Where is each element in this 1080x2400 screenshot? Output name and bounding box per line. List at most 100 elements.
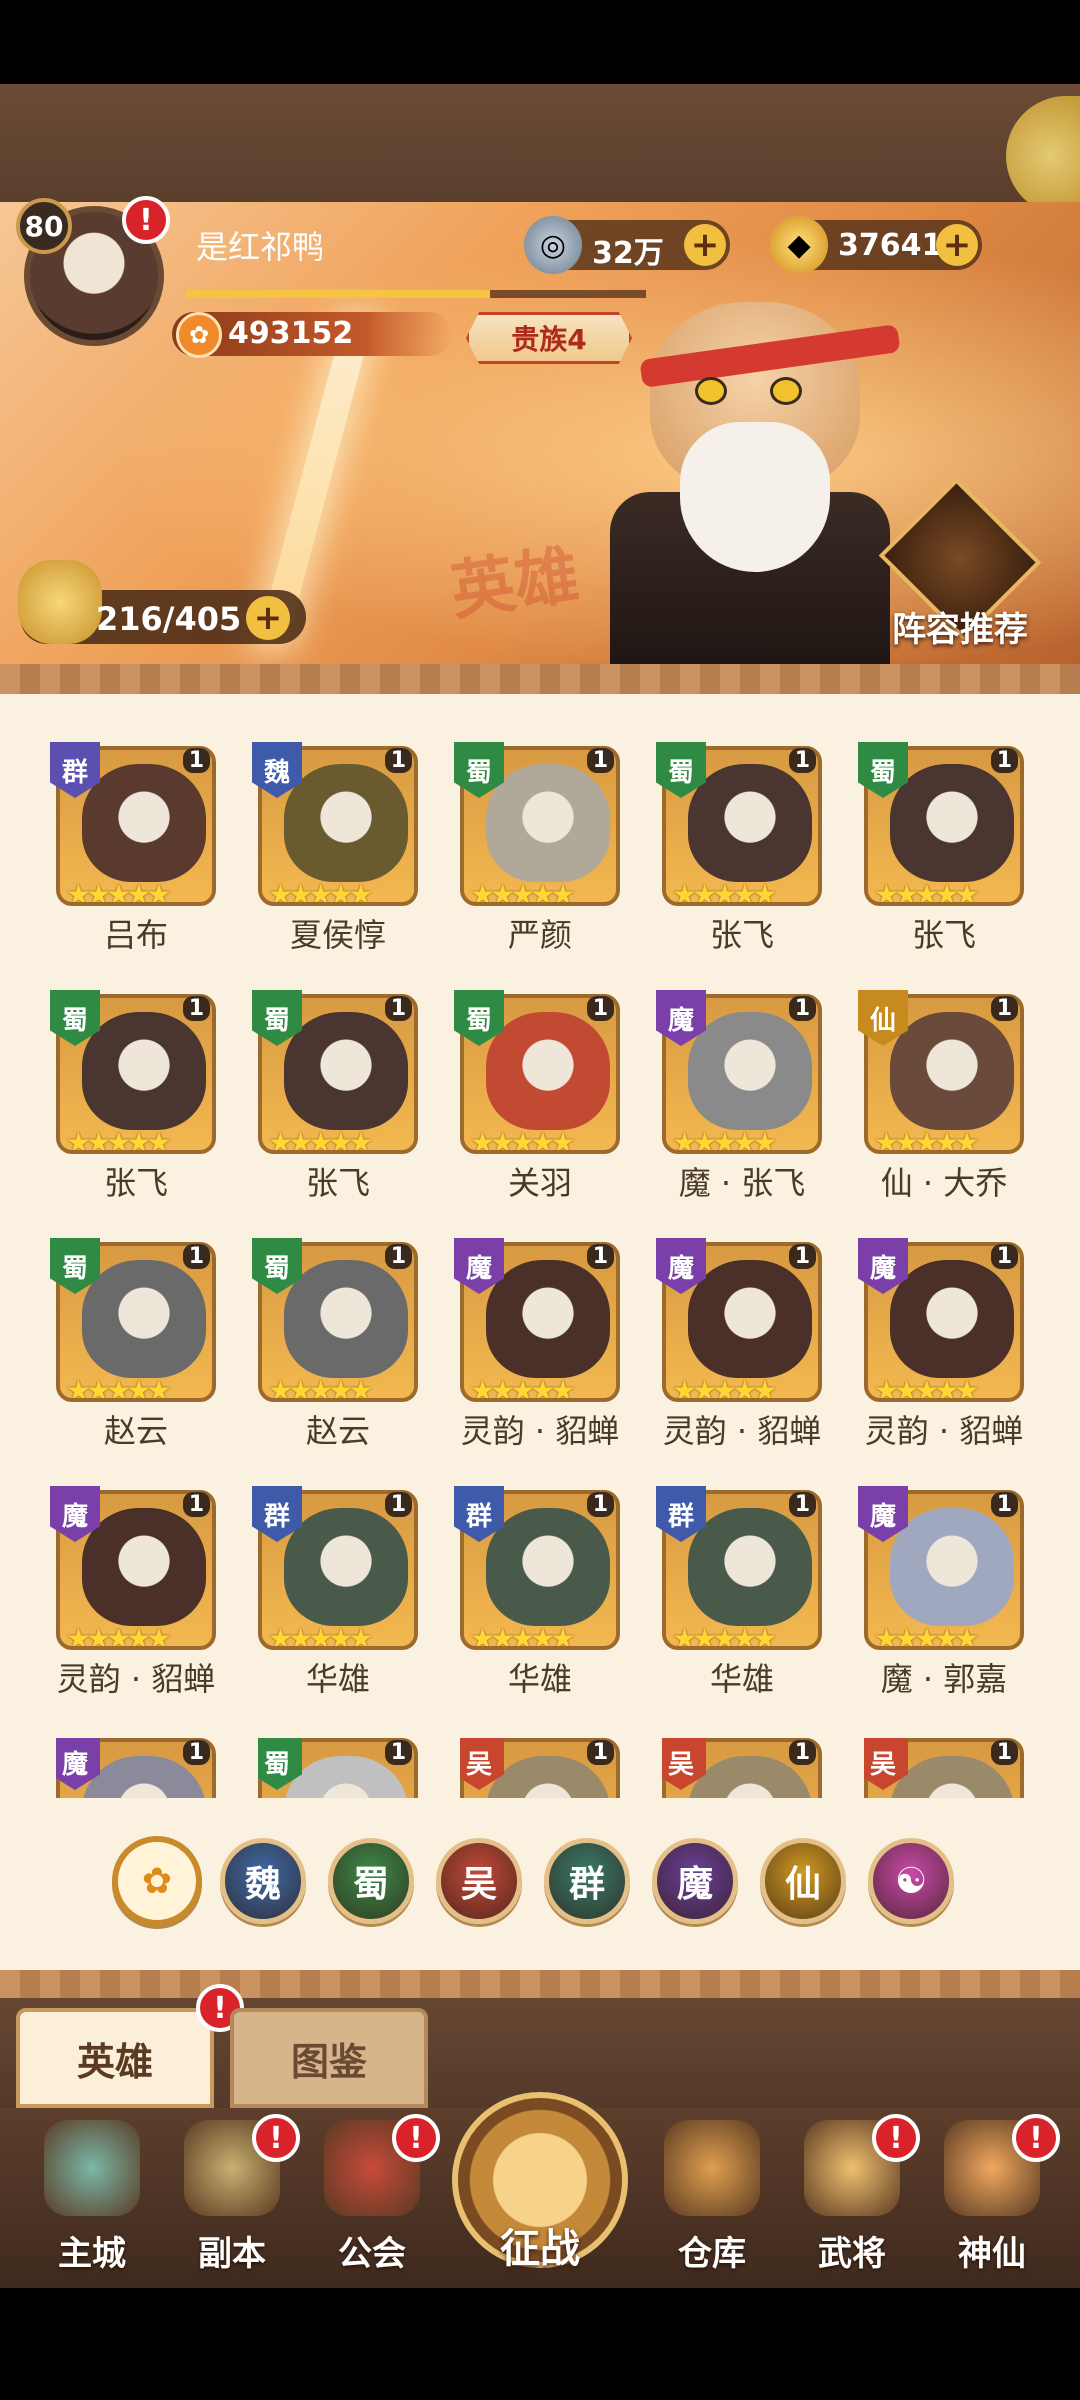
star-rating-icon: ★★★★★ (470, 1374, 576, 1402)
hero-card[interactable]: ★★★★★ 蜀 1 张飞 (50, 990, 216, 1202)
star-rating-icon: ★★★★★ (874, 1622, 980, 1650)
tier-badge: 1 (586, 748, 614, 773)
tier-badge: 1 (384, 1740, 412, 1765)
swirl-icon: ☯ (894, 1860, 928, 1902)
player-name: 是红祁鸭 (196, 228, 325, 266)
star-rating-icon: ★★★★★ (672, 878, 778, 906)
player-avatar-block[interactable]: 80 ! (14, 196, 174, 356)
tier-badge: 1 (384, 996, 412, 1021)
hero-card[interactable]: ★★★★★ 魔 1 灵韵 · 貂蝉 (50, 1486, 216, 1698)
hero-face (890, 1508, 1014, 1626)
hero-card[interactable]: ★★★★★ 魏 1 夏侯惇 (252, 742, 418, 954)
tier-badge: 1 (586, 1492, 614, 1517)
star-rating-icon: ★★★★★ (672, 1374, 778, 1402)
navigation-bar (0, 2288, 1080, 2400)
nav-label: 征战 (500, 2226, 580, 2272)
hero-card[interactable]: ★★★★★ 蜀 1 张飞 (656, 742, 822, 954)
add-gold-button[interactable]: + (936, 224, 978, 266)
hero-name: 魔 · 郭嘉 (880, 1660, 1008, 1698)
nav-item[interactable]: 公会! (302, 2114, 442, 2280)
hero-card[interactable]: ★★★★★ 蜀 1 严颜 (454, 742, 620, 954)
star-rating-icon: ★★★★★ (672, 1622, 778, 1650)
hero-card[interactable]: ★★★★★ 蜀 1 关羽 (454, 990, 620, 1202)
nav-label: 仓库 (678, 2234, 746, 2274)
hero-card[interactable]: ★★★★★ 群 1 华雄 (454, 1486, 620, 1698)
hero-card[interactable]: ★★★★★ 群 1 华雄 (252, 1486, 418, 1698)
hero-card[interactable]: ★★★★★ 群 1 吕布 (50, 742, 216, 954)
hero-card[interactable]: ★★★★★ 蜀 1 赵云 (252, 1238, 418, 1450)
banner-watermark: 英雄 (446, 537, 584, 630)
star-rating-icon: ★★★★★ (268, 1622, 374, 1650)
tier-badge: 1 (384, 1492, 412, 1517)
vip-badge[interactable]: 贵族4 (466, 312, 632, 364)
alert-icon: ! (122, 196, 170, 244)
nav-item[interactable]: 神仙! (922, 2114, 1062, 2280)
add-stamina-button[interactable]: + (246, 596, 290, 640)
hero-face (82, 764, 206, 882)
filter-wu-button[interactable]: 吴 (436, 1838, 522, 1924)
hero-face (284, 1012, 408, 1130)
add-copper-button[interactable]: + (684, 224, 726, 266)
alert-icon: ! (872, 2114, 920, 2162)
star-rating-icon: ★★★★★ (66, 878, 172, 906)
filter-special-button[interactable]: ☯ (868, 1838, 954, 1924)
tier-badge: 1 (182, 1492, 210, 1517)
tab-heroes[interactable]: 英雄 (16, 2008, 214, 2108)
hero-card[interactable]: ★★★★★ 魔 1 灵韵 · 貂蝉 (858, 1238, 1024, 1450)
nav-item[interactable]: 武将! (782, 2114, 922, 2280)
tier-badge: 1 (182, 1244, 210, 1269)
filter-xian-button[interactable]: 仙 (760, 1838, 846, 1924)
hero-face (284, 764, 408, 882)
hero-card[interactable]: ★★★★★ 群 1 华雄 (656, 1486, 822, 1698)
tier-badge: 1 (586, 996, 614, 1021)
stamina-icon (18, 560, 102, 644)
ingot-icon: ◆ (770, 216, 828, 274)
hero-card[interactable]: ★★★★★ 蜀 1 张飞 (858, 742, 1024, 954)
nav-label: 副本 (198, 2234, 266, 2274)
nav-campaign-button[interactable]: 征战 (452, 2092, 628, 2288)
hero-card[interactable]: ★★★★★吴1 (662, 1738, 822, 1798)
tier-badge: 1 (788, 1740, 816, 1765)
hero-card[interactable]: ★★★★★ 仙 1 仙 · 大乔 (858, 990, 1024, 1202)
coin-icon: ◎ (524, 216, 582, 274)
hero-name: 仙 · 大乔 (880, 1164, 1008, 1202)
lineup-recommend-button[interactable]: 阵容推荐 (892, 602, 1062, 651)
star-rating-icon: ★★★★★ (268, 1374, 374, 1402)
nav-item[interactable]: 主城 (22, 2120, 162, 2280)
power-value: 493152 (228, 316, 354, 351)
hero-card[interactable]: ★★★★★ 魔 1 魔 · 郭嘉 (858, 1486, 1024, 1698)
nav-item[interactable]: 副本! (162, 2114, 302, 2280)
panel-border (0, 664, 1080, 694)
filter-mo-button[interactable]: 魔 (652, 1838, 738, 1924)
nav-icon (44, 2120, 140, 2216)
star-rating-icon: ★★★★★ (66, 1374, 172, 1402)
hero-card[interactable]: ★★★★★魔1 (56, 1738, 216, 1798)
currency-value: 32万 (592, 236, 664, 271)
filter-wei-button[interactable]: 魏 (220, 1838, 306, 1924)
filter-all-button[interactable]: ✿ (112, 1836, 202, 1926)
hero-card[interactable]: ★★★★★ 蜀 1 赵云 (50, 1238, 216, 1450)
stamina-value: 216/405 (96, 600, 242, 638)
hero-card[interactable]: ★★★★★吴1 (864, 1738, 1024, 1798)
tier-badge: 1 (990, 996, 1018, 1021)
hero-card[interactable]: ★★★★★ 魔 1 灵韵 · 貂蝉 (454, 1238, 620, 1450)
hero-card[interactable]: ★★★★★ 蜀 1 张飞 (252, 990, 418, 1202)
tab-codex[interactable]: 图鉴 (230, 2008, 428, 2108)
hero-face (688, 1508, 812, 1626)
tier-badge: 1 (586, 1740, 614, 1765)
hero-card[interactable]: ★★★★★ 魔 1 灵韵 · 貂蝉 (656, 1238, 822, 1450)
filter-shu-button[interactable]: 蜀 (328, 1838, 414, 1924)
star-rating-icon: ★★★★★ (874, 1126, 980, 1154)
alert-icon: ! (252, 2114, 300, 2162)
filter-qun-button[interactable]: 群 (544, 1838, 630, 1924)
hero-card[interactable]: ★★★★★吴1 (460, 1738, 620, 1798)
hero-name: 灵韵 · 貂蝉 (864, 1412, 1024, 1450)
nav-icon (664, 2120, 760, 2216)
star-rating-icon: ★★★★★ (470, 1126, 576, 1154)
star-rating-icon: ★★★★★ (66, 1126, 172, 1154)
hero-face (688, 1260, 812, 1378)
hero-card[interactable]: ★★★★★蜀1 (258, 1738, 418, 1798)
nav-item[interactable]: 仓库 (642, 2120, 782, 2280)
hero-card[interactable]: ★★★★★ 魔 1 魔 · 张飞 (656, 990, 822, 1202)
hero-name: 张飞 (911, 916, 976, 954)
